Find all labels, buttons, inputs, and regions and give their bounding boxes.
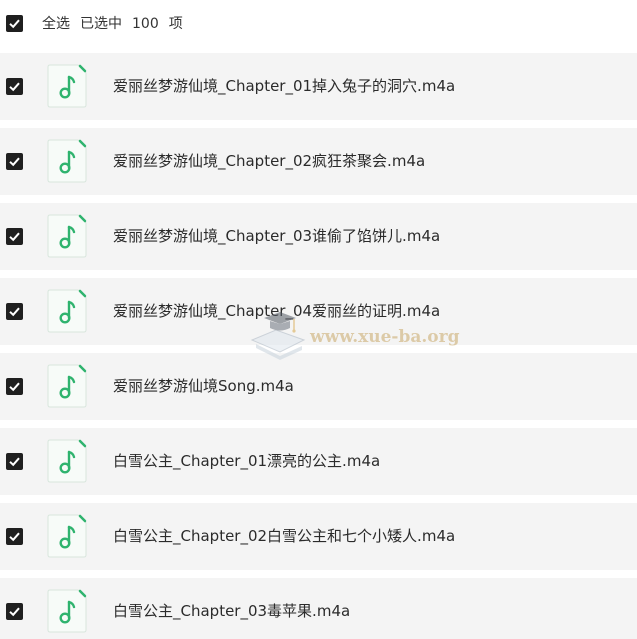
checkmark-icon (9, 532, 20, 542)
music-file-icon (46, 438, 88, 484)
file-name: 爱丽丝梦游仙境Song.m4a (113, 377, 294, 395)
checkmark-icon (9, 82, 20, 92)
file-row[interactable]: 爱丽丝梦游仙境_Chapter_03谁偷了馅饼儿.m4a (0, 203, 637, 270)
selection-summary: 全选 已选中 100 项 (42, 15, 193, 33)
music-file-icon (46, 63, 88, 109)
file-row[interactable]: 爱丽丝梦游仙境_Chapter_01掉入兔子的洞穴.m4a (0, 53, 637, 120)
file-selection-list: 全选 已选中 100 项 爱丽丝梦游仙境_Chapter_01掉入兔子的洞穴.m4a 爱… (0, 0, 637, 639)
file-name: 爱丽丝梦游仙境_Chapter_01掉入兔子的洞穴.m4a (113, 77, 456, 95)
music-file-icon (46, 363, 88, 409)
file-checkbox[interactable] (6, 378, 23, 395)
music-file-icon (46, 288, 88, 334)
select-all-checkbox[interactable] (6, 15, 23, 32)
file-name: 爱丽丝梦游仙境_Chapter_02疯狂茶聚会.m4a (113, 152, 426, 170)
checkmark-icon (9, 157, 20, 167)
file-row[interactable]: 爱丽丝梦游仙境_Chapter_04爱丽丝的证明.m4a (0, 278, 637, 345)
file-name: 爱丽丝梦游仙境_Chapter_03谁偷了馅饼儿.m4a (113, 227, 441, 245)
file-checkbox[interactable] (6, 153, 23, 170)
file-checkbox[interactable] (6, 78, 23, 95)
file-row[interactable]: 爱丽丝梦游仙境_Chapter_02疯狂茶聚会.m4a (0, 128, 637, 195)
selected-suffix: 项 (168, 16, 183, 32)
checkmark-icon (9, 232, 20, 242)
select-all-label[interactable]: 全选 (42, 16, 70, 32)
file-checkbox[interactable] (6, 228, 23, 245)
music-file-icon (46, 213, 88, 259)
checkmark-icon (9, 19, 20, 29)
file-name: 白雪公主_Chapter_01漂亮的公主.m4a (113, 452, 381, 470)
file-row[interactable]: 白雪公主_Chapter_03毒苹果.m4a (0, 578, 637, 639)
file-name: 白雪公主_Chapter_02白雪公主和七个小矮人.m4a (113, 527, 456, 545)
file-checkbox[interactable] (6, 453, 23, 470)
file-row[interactable]: 白雪公主_Chapter_01漂亮的公主.m4a (0, 428, 637, 495)
music-file-icon (46, 138, 88, 184)
file-row[interactable]: 爱丽丝梦游仙境Song.m4a (0, 353, 637, 420)
file-name: 爱丽丝梦游仙境_Chapter_04爱丽丝的证明.m4a (113, 302, 441, 320)
music-file-icon (46, 588, 88, 634)
file-checkbox[interactable] (6, 303, 23, 320)
checkmark-icon (9, 457, 20, 467)
checkmark-icon (9, 382, 20, 392)
checkmark-icon (9, 307, 20, 317)
selected-count: 100 (132, 16, 159, 32)
music-file-icon (46, 513, 88, 559)
file-row[interactable]: 白雪公主_Chapter_02白雪公主和七个小矮人.m4a (0, 503, 637, 570)
file-checkbox[interactable] (6, 528, 23, 545)
selected-prefix: 已选中 (80, 16, 122, 32)
selection-header: 全选 已选中 100 项 (0, 0, 637, 47)
file-name: 白雪公主_Chapter_03毒苹果.m4a (113, 602, 351, 620)
file-checkbox[interactable] (6, 603, 23, 620)
checkmark-icon (9, 607, 20, 617)
